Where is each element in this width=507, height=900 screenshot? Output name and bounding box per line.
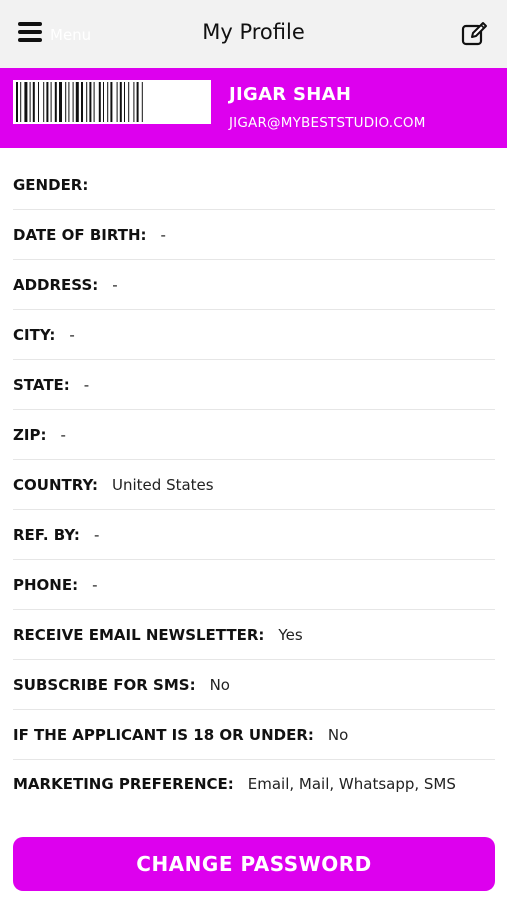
field-value: -: [112, 275, 118, 294]
field-label: IF THE APPLICANT IS 18 OR UNDER:: [13, 725, 314, 744]
field-label: RECEIVE EMAIL NEWSLETTER:: [13, 625, 265, 644]
field-value: Email, Mail, Whatsapp, SMS: [247, 775, 456, 793]
field-value: No: [209, 675, 230, 694]
barcode-graphic: [16, 82, 143, 122]
field-value: -: [69, 325, 75, 344]
field-value: No: [327, 725, 349, 744]
field-value: -: [93, 525, 100, 544]
profile-header: JIGAR SHAH JIGAR@MYBESTSTUDIO.COM: [0, 68, 507, 148]
field-marketing-preference: MARKETING PREFERENCE: Email, Mail, Whatsa…: [13, 760, 495, 796]
field-value: -: [160, 225, 166, 244]
field-label: CITY:: [13, 325, 56, 344]
field-content: MARKETING PREFERENCE: Email, Mail, Whatsa…: [13, 772, 456, 796]
field-address: ADDRESS: -: [13, 260, 495, 310]
edit-profile-button[interactable]: [461, 20, 489, 48]
field-label: GENDER:: [13, 175, 89, 194]
field-label: ZIP:: [13, 425, 47, 444]
field-email-newsletter: RECEIVE EMAIL NEWSLETTER: Yes: [13, 610, 495, 660]
field-ref-by: REF. BY: -: [13, 510, 495, 560]
field-country: COUNTRY: United States: [13, 460, 495, 510]
field-label: REF. BY:: [13, 525, 80, 544]
top-app-bar: Menu My Profile: [0, 0, 507, 68]
field-value: United States: [112, 475, 214, 494]
user-email: JIGAR@MYBESTSTUDIO.COM: [229, 115, 426, 131]
field-phone: PHONE: -: [13, 560, 495, 610]
field-label: MARKETING PREFERENCE:: [13, 775, 234, 793]
field-label: SUBSCRIBE FOR SMS:: [13, 675, 196, 694]
field-label: COUNTRY:: [13, 475, 99, 494]
field-sms-subscription: SUBSCRIBE FOR SMS: No: [13, 660, 495, 710]
field-label: ADDRESS:: [13, 275, 99, 294]
user-name: JIGAR SHAH: [229, 84, 352, 105]
field-city: CITY: -: [13, 310, 495, 360]
field-label: STATE:: [13, 375, 70, 394]
field-date-of-birth: DATE OF BIRTH: -: [13, 210, 495, 260]
profile-details-list: GENDER: DATE OF BIRTH: - ADDRESS: - CITY…: [13, 160, 495, 796]
field-zip: ZIP: -: [13, 410, 495, 460]
field-value: -: [60, 425, 66, 444]
member-barcode: [13, 80, 211, 124]
field-gender: GENDER:: [13, 160, 495, 210]
field-value: -: [83, 375, 90, 394]
field-value: -: [92, 575, 98, 594]
field-label: PHONE:: [13, 575, 79, 594]
field-state: STATE: -: [13, 360, 495, 410]
edit-icon: [461, 22, 487, 46]
field-label: DATE OF BIRTH:: [13, 225, 147, 244]
field-applicant-under-18: IF THE APPLICANT IS 18 OR UNDER: No: [13, 710, 495, 760]
change-password-button[interactable]: CHANGE PASSWORD: [13, 837, 495, 891]
field-value: Yes: [278, 625, 303, 644]
page-title: My Profile: [202, 20, 305, 44]
